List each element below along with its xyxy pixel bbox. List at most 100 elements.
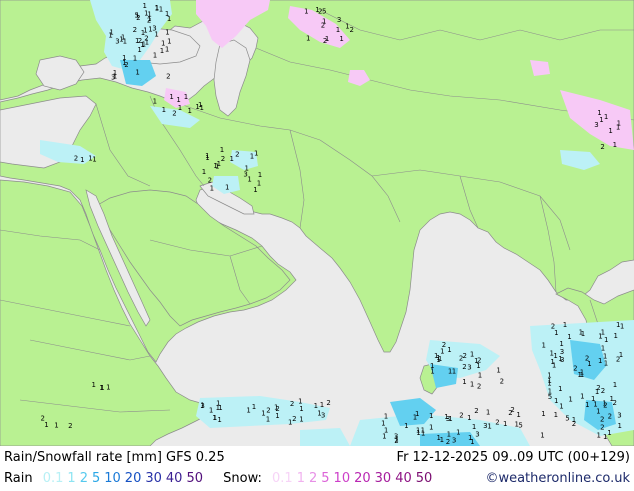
precip-digit: 1: [580, 393, 584, 401]
snow-scale: 0.1 1 2 5 10 20 30 40 50: [272, 471, 436, 486]
precip-digit: 1: [165, 10, 169, 18]
precip-digit: 1: [554, 411, 558, 419]
precip-digit: 1: [558, 385, 562, 393]
precip-digit: 5: [565, 415, 569, 423]
precip-digit: 1: [213, 414, 217, 422]
snow-tick: 2: [308, 471, 318, 486]
precip-digit: 1: [306, 35, 310, 43]
precip-digit: 1: [159, 6, 163, 14]
precip-digit: 1: [415, 410, 419, 418]
precip-digit: 1: [503, 420, 507, 428]
precip-digit: 1: [416, 429, 420, 437]
precip-digit: 1: [121, 34, 125, 42]
precip-digit: 1: [618, 422, 622, 430]
precip-digit: 1: [620, 323, 624, 331]
precip-digit: 2: [477, 382, 481, 390]
precip-digit: 1: [496, 367, 500, 375]
rain-tick: 10: [104, 471, 121, 486]
precip-digit: 1: [230, 155, 234, 163]
precip-digit: 1: [516, 411, 520, 419]
precip-digit: 2: [133, 26, 137, 34]
precip-digit: 2: [147, 17, 151, 25]
precip-digit: 1: [254, 150, 258, 158]
precip-digit: 2: [601, 387, 605, 395]
rain-tick: 0.1: [42, 471, 64, 486]
precip-digit: 2: [74, 155, 78, 163]
precip-digit: 1: [585, 401, 589, 409]
precip-digit: 1: [298, 398, 302, 406]
precip-digit: 1: [169, 93, 173, 101]
snow-tick: 1: [296, 471, 305, 486]
precip-digit: 2: [572, 420, 576, 428]
precip-digit: 1: [165, 29, 169, 37]
precip-digit: 1: [108, 31, 112, 39]
precip-digit: 1: [299, 415, 303, 423]
rain-tick: 50: [186, 471, 203, 486]
legend-scales: Rain 0.1 1 2 5 10 20 30 40 50 Snow: 0.1 1 2 5 10 20 30…: [4, 471, 436, 486]
credit-text: ©weatheronline.co.uk: [485, 471, 630, 486]
precip-digit: 1: [599, 116, 603, 124]
precip-digit: 2: [603, 402, 607, 410]
precip-digit: 1: [404, 422, 408, 430]
precip-digit: 1: [467, 414, 471, 422]
precip-digit: 2: [394, 437, 398, 445]
precip-digit: 1: [80, 156, 84, 164]
precip-digit: 1: [162, 106, 166, 114]
rain-tick: 30: [145, 471, 162, 486]
precip-digit: 1: [552, 362, 556, 370]
precip-digit: 2: [446, 438, 450, 446]
precip-digit: 1: [167, 38, 171, 46]
rain-tick: 1: [67, 471, 76, 486]
precip-digit: 1: [438, 355, 442, 363]
rain-label: Rain: [4, 471, 33, 486]
precip-digit: 1: [210, 185, 214, 193]
legend-bar: Rain/Snowfall rate [mm] GFS 0.25 Fr 12-1…: [0, 446, 634, 490]
precip-digit: 1: [160, 47, 164, 55]
precip-digit: 1: [559, 340, 563, 348]
snow-tick: 40: [395, 471, 412, 486]
precip-digit: 1: [568, 395, 572, 403]
precip-digit: 3: [467, 364, 471, 372]
precip-digit: 2: [292, 415, 296, 423]
precip-digit: 1: [591, 395, 595, 403]
precip-digit: 2: [350, 26, 354, 34]
precip-digit: 2: [462, 363, 466, 371]
precip-digit: 1: [336, 26, 340, 34]
precip-digit: 1: [176, 96, 180, 104]
precip-digit: 1: [617, 120, 621, 128]
precip-digit: 2: [136, 14, 140, 22]
precip-digit: 2: [500, 378, 504, 386]
precip-digit: 1: [604, 336, 608, 344]
precip-digit: 1: [153, 98, 157, 106]
precip-digit: 1: [205, 154, 209, 162]
precip-digit: 2: [459, 411, 463, 419]
precip-digit: 1: [487, 422, 491, 430]
precip-digit: 1: [613, 141, 617, 149]
precip-digit: 1: [275, 412, 279, 420]
precip-digit: 1: [619, 351, 623, 359]
precip-digit: 1: [195, 103, 199, 111]
precip-digit: 1: [608, 127, 612, 135]
precip-digit: 1: [542, 342, 546, 350]
precip-digit: 2: [221, 155, 225, 163]
precip-digit: 1: [553, 352, 557, 360]
precip-digit: 1: [429, 423, 433, 431]
precip-digit: 1: [579, 329, 583, 337]
snow-label: Snow:: [223, 471, 262, 486]
precip-digit: 2: [323, 37, 327, 45]
snow-tick: 50: [415, 471, 433, 486]
precip-digit: 1: [314, 402, 318, 410]
precip-digit: 3: [560, 356, 564, 364]
precip-digit: 5: [322, 8, 326, 16]
precip-digit: 1: [598, 357, 602, 365]
precip-digit: 1: [603, 353, 607, 361]
legend-scale-row: Rain 0.1 1 2 5 10 20 30 40 50 Snow: 0.1 1 2 5 10 20 30…: [4, 471, 630, 491]
precip-digit: 3: [200, 402, 204, 410]
precip-digit: 1: [554, 397, 558, 405]
precip-digit: 1: [578, 371, 582, 379]
precip-digit: 1: [547, 377, 551, 385]
snow-tick: 0.1: [272, 471, 293, 486]
precip-digit: 1: [607, 429, 611, 437]
snow-tick: 20: [354, 471, 371, 486]
snow-tick: 10: [333, 471, 351, 486]
